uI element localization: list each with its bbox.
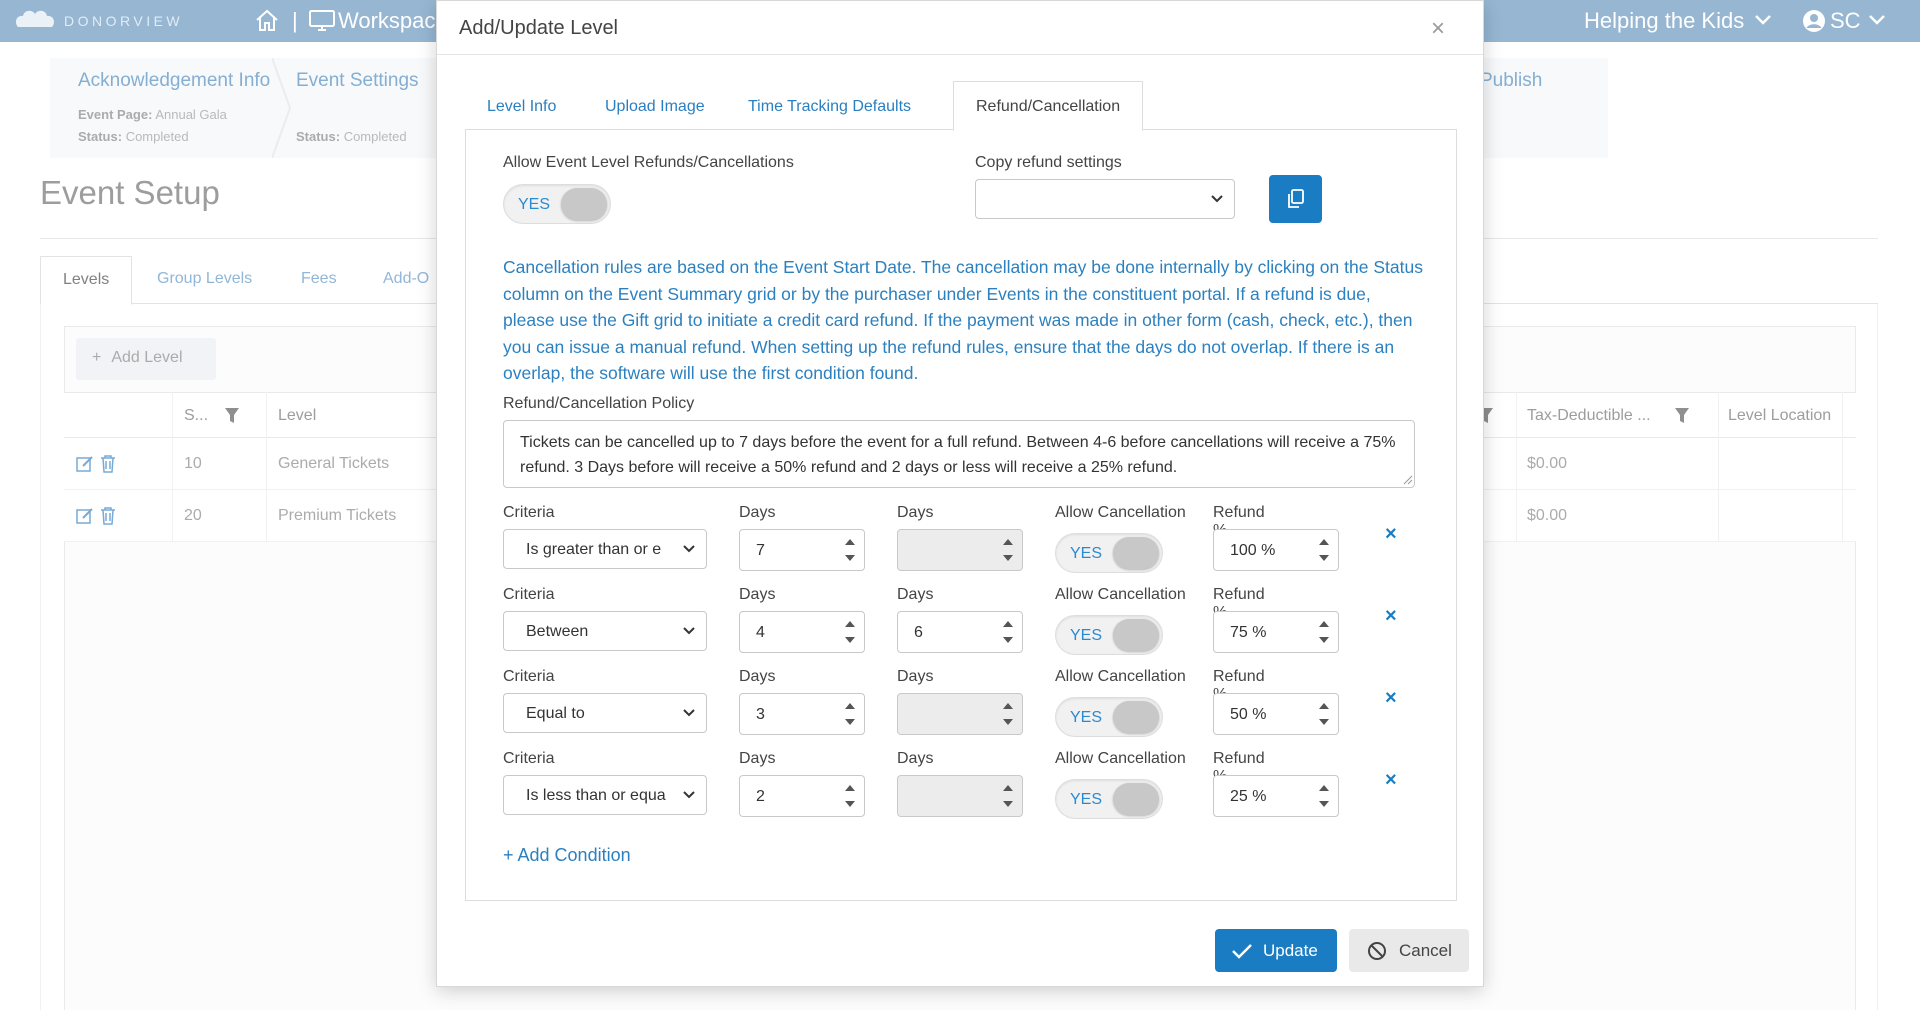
chevron-down-icon [683,545,695,553]
refund-percent-input[interactable]: 25 % [1213,775,1339,817]
toggle-knob [1113,619,1159,651]
spinner-arrows-icon[interactable] [844,698,856,730]
allow-cancellation-toggle[interactable]: YES [1055,779,1163,819]
days-to-input [897,693,1023,735]
add-update-level-dialog: Add/Update Level × Level Info Upload Ima… [436,0,1484,987]
days-label: Days [739,750,776,767]
remove-condition-icon[interactable]: × [1385,687,1397,710]
copy-icon [1288,189,1304,208]
days-to-input[interactable]: 6 [897,611,1023,653]
select-value: Is greater than or e [526,541,662,558]
allow-cancellation-label: Allow Cancellation [1055,668,1186,685]
modal-title: Add/Update Level [459,17,619,39]
spinner-arrows-icon[interactable] [1318,534,1330,566]
criteria-select[interactable]: Is less than or equa [503,775,707,815]
criteria-label: Criteria [503,668,555,685]
days-label: Days [897,504,934,521]
update-button[interactable]: Update [1215,929,1337,972]
update-label: Update [1263,941,1318,960]
allow-refunds-toggle[interactable]: YES [503,184,611,224]
days-from-input[interactable]: 4 [739,611,865,653]
allow-cancellation-label: Allow Cancellation [1055,750,1186,767]
tab-time-tracking-defaults[interactable]: Time Tracking Defaults [748,98,911,116]
allow-cancellation-label: Allow Cancellation [1055,504,1186,521]
close-icon[interactable]: × [1431,15,1445,43]
resize-handle-icon[interactable] [1403,475,1413,485]
cancel-button[interactable]: Cancel [1349,929,1469,972]
ban-icon [1368,942,1386,960]
spinner-arrows-icon [1003,539,1013,561]
spinner-arrows-icon[interactable] [844,616,856,648]
days-label: Days [739,668,776,685]
allow-cancellation-toggle[interactable]: YES [1055,697,1163,737]
copy-refund-settings-label: Copy refund settings [975,154,1122,171]
select-value: Is less than or equa [526,787,666,804]
tab-refund-cancellation[interactable]: Refund/Cancellation [953,81,1144,131]
remove-condition-icon[interactable]: × [1385,605,1397,628]
criteria-select[interactable]: Equal to [503,693,707,733]
copy-refund-settings-select[interactable] [975,179,1235,219]
chevron-down-icon [683,791,695,799]
spinner-arrows-icon [1003,703,1013,725]
toggle-label: YES [1070,545,1103,562]
cancel-label: Cancel [1399,941,1452,960]
toggle-label: YES [518,196,551,213]
modal-tabs: Level Info Upload Image Time Tracking De… [465,81,1457,131]
toggle-label: YES [1070,791,1103,808]
chevron-down-icon [1211,195,1223,203]
days-label: Days [739,504,776,521]
add-condition-link[interactable]: + Add Condition [503,845,631,866]
policy-label: Refund/Cancellation Policy [503,395,695,412]
refund-percent-input[interactable]: 50 % [1213,693,1339,735]
chevron-down-icon [683,627,695,635]
toggle-knob [1113,701,1159,733]
days-from-input[interactable]: 2 [739,775,865,817]
criteria-select[interactable]: Is greater than or e [503,529,707,569]
select-value: Between [526,623,589,640]
spinner-arrows-icon[interactable] [1318,780,1330,812]
spinner-arrows-icon[interactable] [1002,616,1014,648]
refund-percent-input[interactable]: 75 % [1213,611,1339,653]
criteria-label: Criteria [503,586,555,603]
remove-condition-icon[interactable]: × [1385,523,1397,546]
spinner-arrows-icon[interactable] [1318,698,1330,730]
spinner-arrows-icon[interactable] [844,534,856,566]
toggle-label: YES [1070,709,1103,726]
modal-header: Add/Update Level × [437,1,1483,55]
toggle-label: YES [1070,627,1103,644]
criteria-select[interactable]: Between [503,611,707,651]
spinner-arrows-icon [1003,785,1013,807]
cancellation-rules-info: Cancellation rules are based on the Even… [503,257,1423,383]
allow-cancellation-toggle[interactable]: YES [1055,533,1163,573]
copy-settings-button[interactable] [1269,175,1322,223]
remove-condition-icon[interactable]: × [1385,769,1397,792]
days-label: Days [739,586,776,603]
checkmark-icon [1232,944,1252,959]
days-from-input[interactable]: 7 [739,529,865,571]
spinner-arrows-icon[interactable] [1318,616,1330,648]
criteria-label: Criteria [503,504,555,521]
days-label: Days [897,668,934,685]
refund-policy-textarea[interactable]: Tickets can be cancelled up to 7 days be… [503,420,1415,488]
toggle-knob [561,188,607,220]
allow-cancellation-label: Allow Cancellation [1055,586,1186,603]
chevron-down-icon [683,709,695,717]
refund-percent-input[interactable]: 100 % [1213,529,1339,571]
select-value: Equal to [526,705,585,722]
tab-upload-image[interactable]: Upload Image [605,98,705,116]
days-to-input [897,529,1023,571]
allow-cancellation-toggle[interactable]: YES [1055,615,1163,655]
toggle-knob [1113,537,1159,569]
toggle-knob [1113,783,1159,815]
criteria-label: Criteria [503,750,555,767]
spinner-arrows-icon[interactable] [844,780,856,812]
days-to-input [897,775,1023,817]
tab-level-info[interactable]: Level Info [487,98,556,116]
allow-refunds-label: Allow Event Level Refunds/Cancellations [503,154,794,171]
days-label: Days [897,750,934,767]
days-label: Days [897,586,934,603]
days-from-input[interactable]: 3 [739,693,865,735]
